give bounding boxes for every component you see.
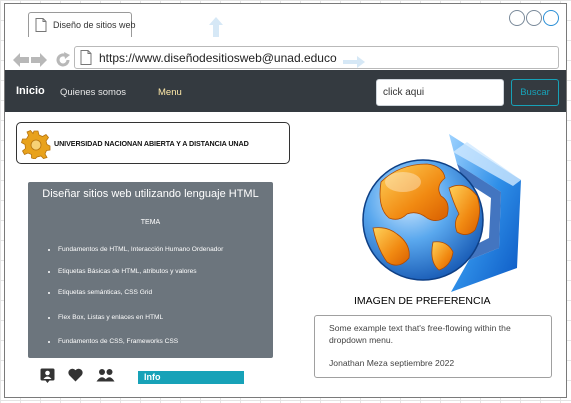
university-name: UNIVERSIDAD NACIONAN ABIERTA Y A DISTANC… — [54, 139, 249, 148]
address-row: https://www.diseñodesitiosweb@unad.educo — [5, 42, 566, 72]
course-title: Diseñar sitios web utilizando lenguaje H… — [42, 188, 259, 200]
dropdown-text: Some example text that's free-flowing wi… — [329, 323, 511, 345]
gear-logo-icon — [21, 130, 51, 159]
list-item: Etiquetas Básicas de HTML, atributos y v… — [58, 268, 197, 275]
nav-brand-inicio[interactable]: Inicio — [16, 85, 45, 97]
search-button[interactable]: Buscar — [511, 79, 559, 106]
course-subtitle: TEMA — [140, 219, 161, 226]
people-icon[interactable] — [96, 368, 115, 382]
heart-icon[interactable] — [68, 368, 83, 382]
search-input[interactable]: click aqui — [376, 79, 504, 106]
university-banner: UNIVERSIDAD NACIONAN ABIERTA Y A DISTANC… — [16, 122, 290, 164]
close-button[interactable] — [543, 10, 559, 26]
reload-icon[interactable] — [55, 52, 71, 68]
forward-arrow-icon[interactable] — [31, 53, 47, 67]
nav-link-quienes-somos[interactable]: Quienes somos — [60, 87, 126, 98]
list-item: Fundamentos de CSS, Frameworks CSS — [58, 338, 178, 345]
up-arrow-icon — [209, 17, 223, 37]
dropdown-author: Jonathan Meza septiembre 2022 — [329, 358, 455, 368]
contact-card-icon[interactable] — [40, 368, 55, 383]
tab-title: Diseño de sitios web — [53, 20, 136, 30]
address-bar[interactable]: https://www.diseñodesitiosweb@unad.educo — [74, 46, 559, 69]
list-item: Flex Box, Listas y enlaces en HTML — [58, 314, 163, 321]
right-arrow-icon — [343, 56, 365, 68]
list-item: Etiquetas semánticas, CSS Grid — [58, 289, 152, 296]
globe-icon — [362, 134, 521, 292]
maximize-button[interactable] — [526, 10, 542, 26]
navbar: Inicio Quienes somos Menu click aqui Bus… — [5, 70, 566, 112]
url-text: https://www.diseñodesitiosweb@unad.educo — [99, 51, 337, 65]
back-arrow-icon[interactable] — [13, 53, 29, 67]
dropdown-panel: Some example text that's free-flowing wi… — [314, 315, 552, 378]
minimize-button[interactable] — [509, 10, 525, 26]
browser-window: Diseño de sitios web https://www.diseñod… — [4, 3, 567, 398]
info-progress-bar: Info — [138, 371, 244, 384]
image-caption: IMAGEN DE PREFERENCIA — [354, 295, 491, 307]
page-icon — [35, 18, 47, 32]
course-card: Diseñar sitios web utilizando lenguaje H… — [28, 182, 273, 358]
page-icon — [80, 50, 92, 65]
tab-strip: Diseño de sitios web — [5, 4, 566, 37]
browser-tab[interactable]: Diseño de sitios web — [28, 12, 136, 37]
window-controls — [509, 10, 559, 26]
list-item: Fundamentos de HTML, Interacción Humano … — [58, 246, 223, 253]
nav-link-menu[interactable]: Menu — [158, 87, 182, 98]
